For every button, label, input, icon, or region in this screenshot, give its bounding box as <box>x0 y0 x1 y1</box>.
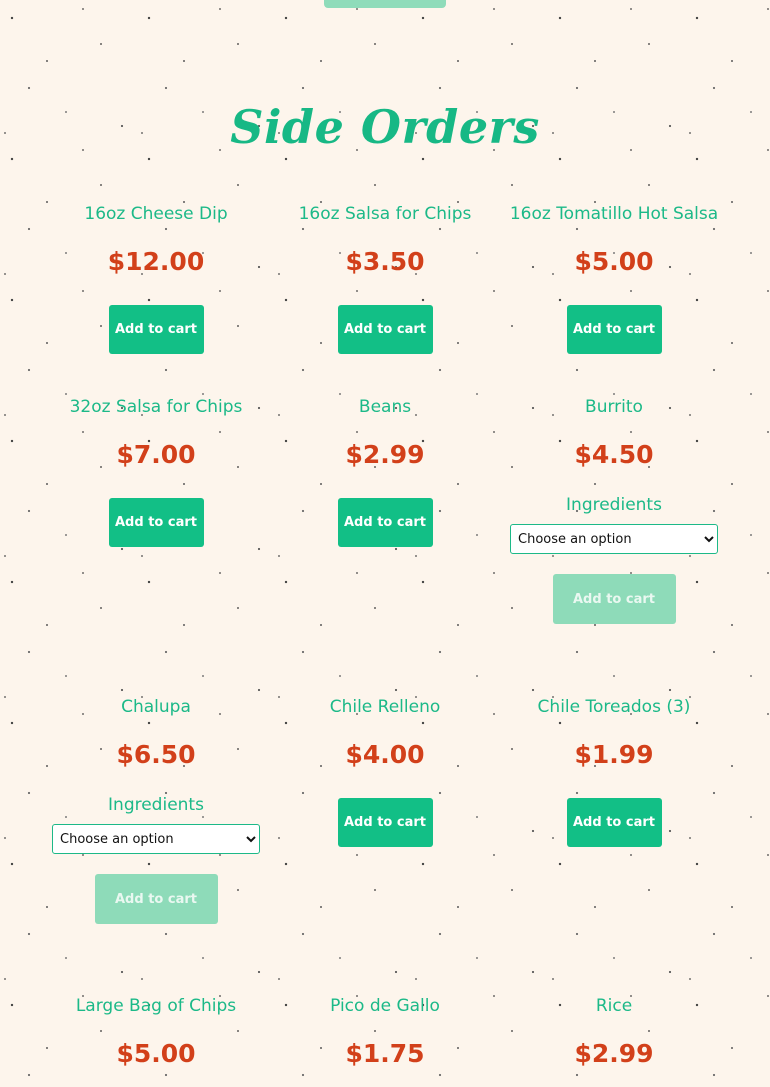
add-to-cart-button[interactable]: Add to cart <box>108 498 204 547</box>
product-card: 16oz Tomatillo Hot Salsa $5.00 Add to ca… <box>500 203 728 354</box>
product-name[interactable]: Burrito <box>500 396 728 418</box>
product-name[interactable]: 16oz Tomatillo Hot Salsa <box>500 203 728 225</box>
product-card: Chile Relleno $4.00 Add to cart <box>271 696 499 847</box>
product-name[interactable]: Beans <box>271 396 499 418</box>
product-card: 32oz Salsa for Chips $7.00 Add to cart <box>42 396 270 547</box>
product-price: $12.00 <box>107 247 205 276</box>
add-to-cart-button[interactable]: Add to cart <box>566 798 662 847</box>
add-to-cart-button-disabled[interactable]: Add to cart <box>94 874 218 924</box>
product-name[interactable]: Large Bag of Chips <box>42 995 270 1017</box>
product-card: Beans $2.99 Add to cart <box>271 396 499 547</box>
product-card: Large Bag of Chips $5.00 <box>42 995 270 1069</box>
product-price: $6.50 <box>116 740 196 769</box>
product-card: 16oz Salsa for Chips $3.50 Add to cart <box>271 203 499 354</box>
product-name[interactable]: Pico de Gallo <box>271 995 499 1017</box>
product-price: $2.99 <box>345 440 425 469</box>
product-card: Burrito $4.50 Ingredients Choose an opti… <box>500 396 728 624</box>
add-to-cart-button[interactable]: Add to cart <box>337 498 433 547</box>
product-price: $2.99 <box>574 1039 654 1068</box>
product-name[interactable]: Chile Relleno <box>271 696 499 718</box>
add-to-cart-button[interactable]: Add to cart <box>108 305 204 354</box>
ingredients-select[interactable]: Choose an option <box>510 524 718 554</box>
product-price: $5.00 <box>574 247 654 276</box>
product-card: 16oz Cheese Dip $12.00 Add to cart <box>42 203 270 354</box>
product-name[interactable]: Chalupa <box>42 696 270 718</box>
product-price: $5.00 <box>116 1039 196 1068</box>
product-card: Chalupa $6.50 Ingredients Choose an opti… <box>42 696 270 924</box>
ingredients-label: Ingredients <box>566 495 662 515</box>
add-to-cart-button-disabled[interactable]: Add to cart <box>552 574 676 624</box>
add-to-cart-button-partial[interactable] <box>324 0 446 8</box>
product-price: $7.00 <box>116 440 196 469</box>
ingredients-select[interactable]: Choose an option <box>52 824 260 854</box>
product-card: Chile Toreados (3) $1.99 Add to cart <box>500 696 728 847</box>
product-card: Rice $2.99 <box>500 995 728 1069</box>
product-price: $4.00 <box>345 740 425 769</box>
section-title: Side Orders <box>230 100 540 154</box>
product-price: $3.50 <box>345 247 425 276</box>
product-price: $1.75 <box>345 1039 425 1068</box>
product-price: $4.50 <box>574 440 654 469</box>
product-price: $1.99 <box>574 740 654 769</box>
add-to-cart-button[interactable]: Add to cart <box>337 305 433 354</box>
product-name[interactable]: 16oz Salsa for Chips <box>271 203 499 225</box>
product-card: Pico de Gallo $1.75 <box>271 995 499 1069</box>
product-name[interactable]: 32oz Salsa for Chips <box>42 396 270 418</box>
product-name[interactable]: Chile Toreados (3) <box>500 696 728 718</box>
add-to-cart-button[interactable]: Add to cart <box>566 305 662 354</box>
product-name[interactable]: Rice <box>500 995 728 1017</box>
add-to-cart-button[interactable]: Add to cart <box>337 798 433 847</box>
ingredients-label: Ingredients <box>108 795 204 815</box>
product-name[interactable]: 16oz Cheese Dip <box>42 203 270 225</box>
